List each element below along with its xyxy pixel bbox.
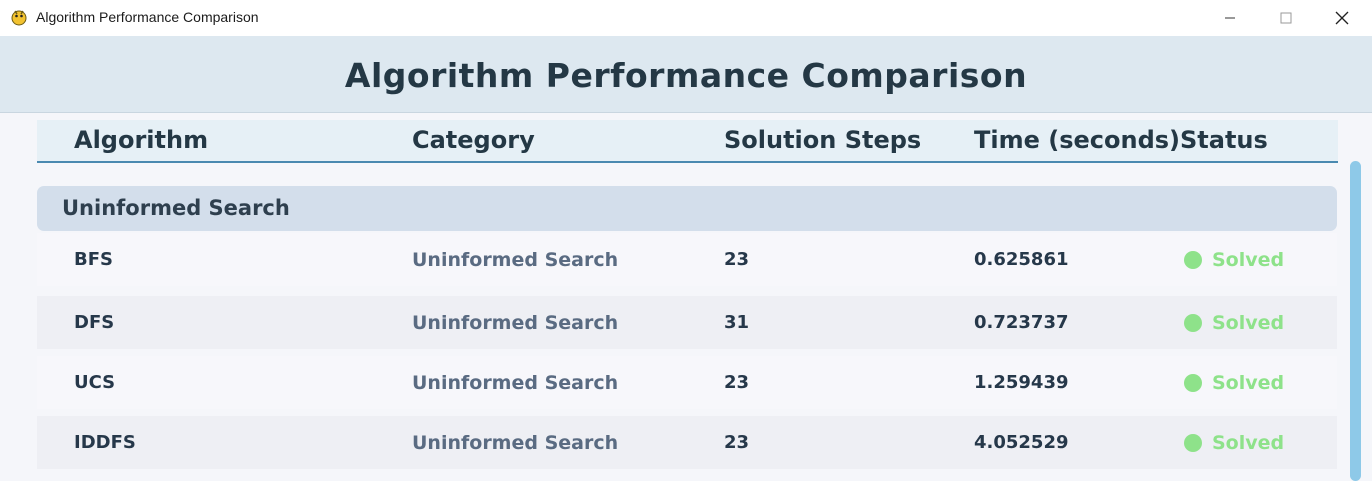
status-cell: Solved <box>1212 372 1285 394</box>
time-cell: 4.052529 <box>974 432 1069 453</box>
time-cell: 0.723737 <box>974 312 1069 333</box>
status-dot-icon <box>1184 314 1202 332</box>
status-cell: Solved <box>1212 432 1285 454</box>
group-header: Uninformed Search <box>37 186 1337 231</box>
results-table: Algorithm Category Solution Steps Time (… <box>0 113 1372 481</box>
category-cell: Uninformed Search <box>412 312 619 334</box>
column-header-status: Status <box>1180 126 1268 154</box>
column-header-steps: Solution Steps <box>724 126 922 154</box>
category-cell: Uninformed Search <box>412 372 619 394</box>
status-cell: Solved <box>1212 249 1285 271</box>
vertical-scrollbar[interactable] <box>1350 161 1361 481</box>
category-cell: Uninformed Search <box>412 432 619 454</box>
table-row: DFS Uninformed Search 31 0.723737 Solved <box>37 296 1337 349</box>
minimize-button[interactable] <box>1202 0 1258 36</box>
window-titlebar: Algorithm Performance Comparison <box>0 0 1372 36</box>
group-label: Uninformed Search <box>62 196 290 220</box>
minimize-icon <box>1225 17 1235 19</box>
category-cell: Uninformed Search <box>412 249 619 271</box>
table-row: BFS Uninformed Search 23 0.625861 Solved <box>37 233 1337 286</box>
status-cell: Solved <box>1212 312 1285 334</box>
steps-cell: 23 <box>724 372 750 393</box>
algorithm-cell: UCS <box>74 372 116 393</box>
page-header: Algorithm Performance Comparison <box>0 36 1372 113</box>
table-row: IDDFS Uninformed Search 23 4.052529 Solv… <box>37 416 1337 469</box>
column-header-time: Time (seconds) <box>974 126 1181 154</box>
close-icon <box>1335 11 1349 25</box>
steps-cell: 31 <box>724 312 750 333</box>
pygame-snake-icon <box>11 10 27 26</box>
table-row: UCS Uninformed Search 23 1.259439 Solved <box>37 356 1337 409</box>
status-dot-icon <box>1184 434 1202 452</box>
algorithm-cell: DFS <box>74 312 115 333</box>
time-cell: 1.259439 <box>974 372 1069 393</box>
maximize-button[interactable] <box>1258 0 1314 36</box>
maximize-icon <box>1280 12 1292 24</box>
column-header-category: Category <box>412 126 535 154</box>
steps-cell: 23 <box>724 249 750 270</box>
close-button[interactable] <box>1314 0 1370 36</box>
table-header-row: Algorithm Category Solution Steps Time (… <box>37 120 1338 163</box>
time-cell: 0.625861 <box>974 249 1069 270</box>
steps-cell: 23 <box>724 432 750 453</box>
algorithm-cell: BFS <box>74 249 113 270</box>
status-dot-icon <box>1184 374 1202 392</box>
column-header-algorithm: Algorithm <box>74 126 209 154</box>
window-title: Algorithm Performance Comparison <box>36 9 259 25</box>
algorithm-cell: IDDFS <box>74 432 136 453</box>
status-dot-icon <box>1184 251 1202 269</box>
page-title: Algorithm Performance Comparison <box>344 56 1028 95</box>
